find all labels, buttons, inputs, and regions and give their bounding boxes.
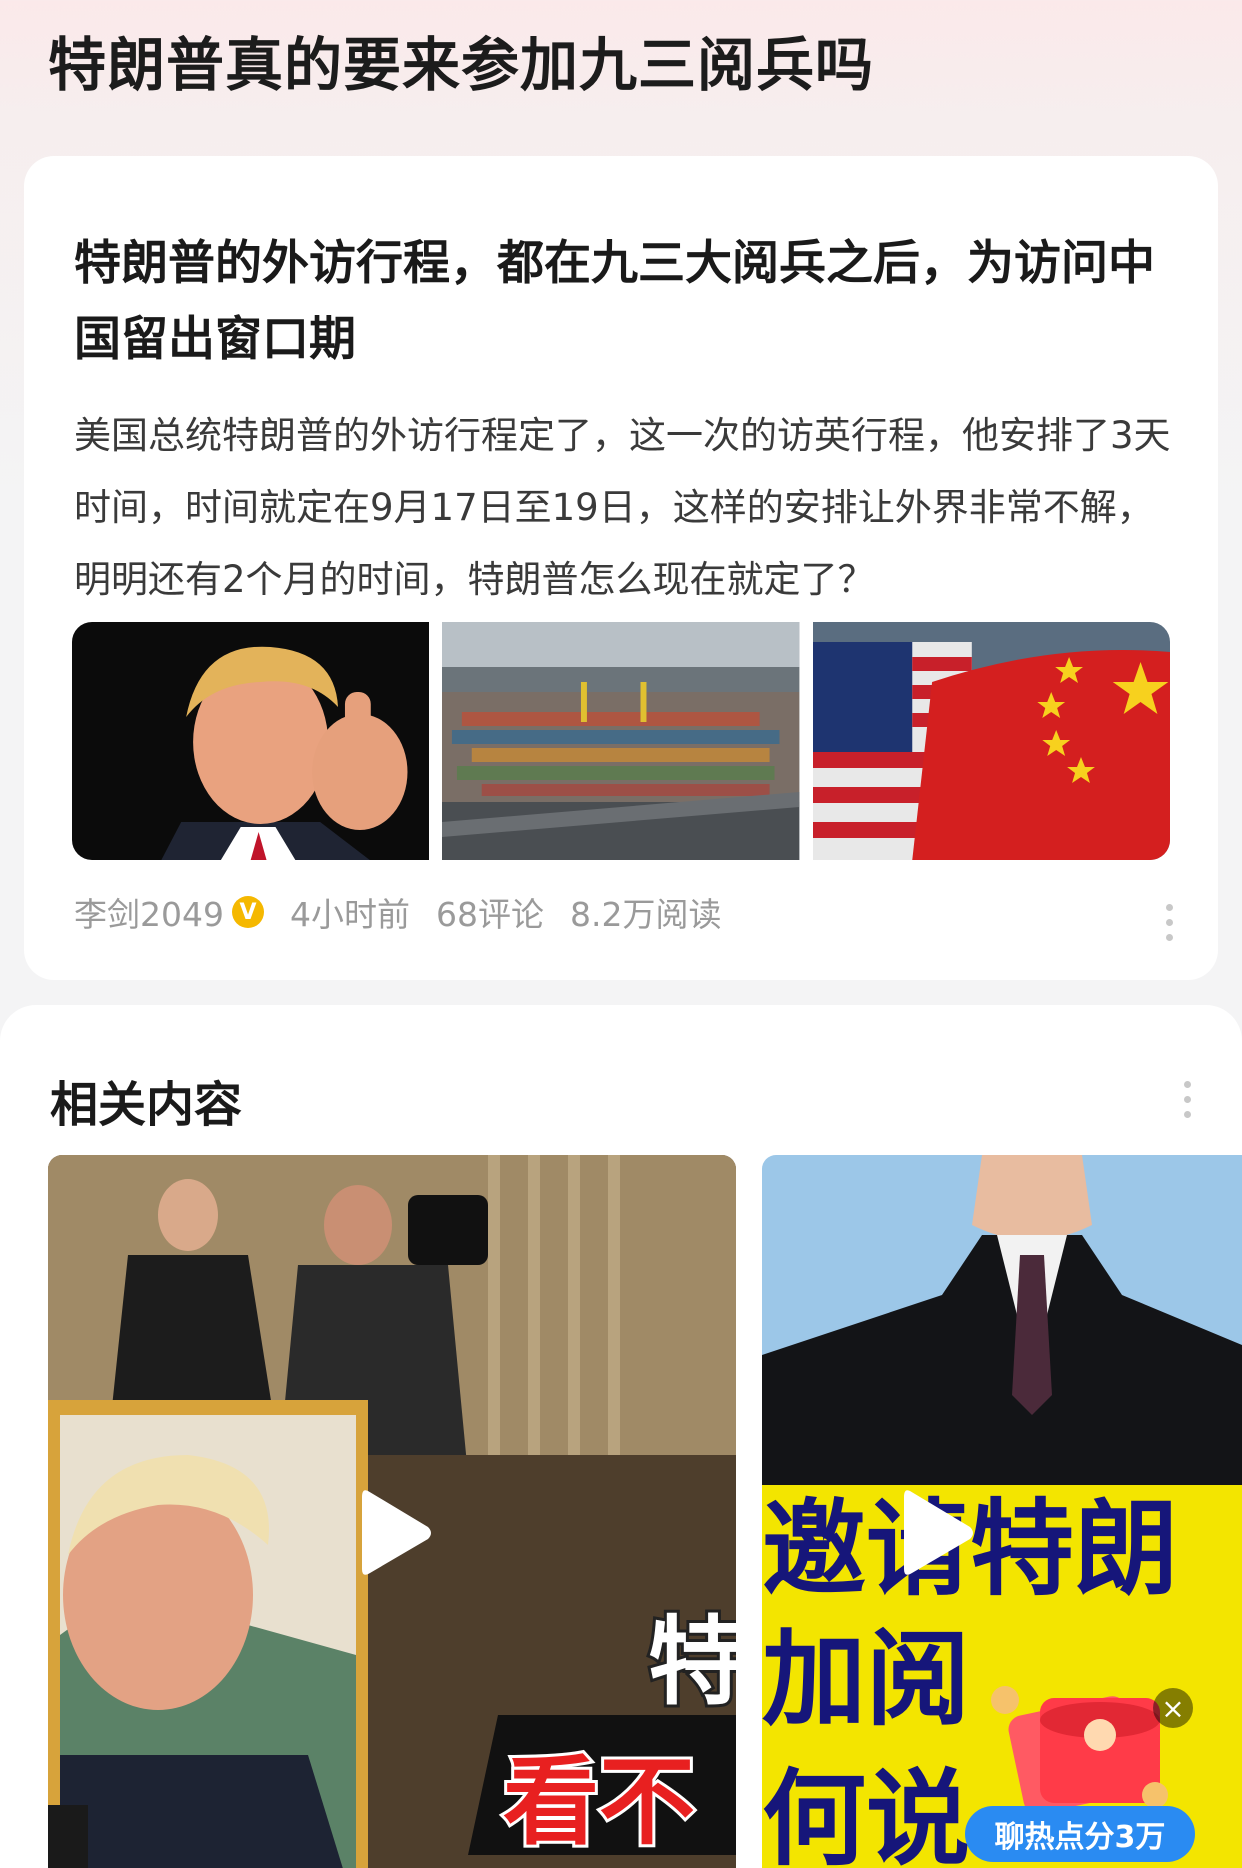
page-title: 特朗普真的要来参加九三阅兵吗 xyxy=(48,31,875,99)
article-summary[interactable]: 美国总统特朗普的外访行程定了，这一次的访英行程，他安排了3天时间，时间就定在9月… xyxy=(74,400,1184,616)
promo-close-icon[interactable]: × xyxy=(1153,1688,1193,1728)
article-meta: 李剑2049 V 4小时前 68评论 8.2万阅读 xyxy=(74,886,721,938)
video-left-overlay-text: 特 xyxy=(648,1606,736,1718)
video-right-overlay-line-3: 何说 xyxy=(762,1758,970,1868)
thumbnail-us-china-flags[interactable] xyxy=(812,622,1170,860)
promo-label[interactable]: 聊热点分3万 xyxy=(965,1806,1195,1862)
publish-time: 4小时前 xyxy=(289,895,410,934)
author[interactable]: 李剑2049 V xyxy=(74,888,264,936)
article-card[interactable]: 特朗普的外访行程，都在九三大阅兵之后，为访问中国留出窗口期 美国总统特朗普的外访… xyxy=(24,156,1218,980)
video-left-banner-text: 看不 xyxy=(503,1746,695,1858)
verified-badge-icon: V xyxy=(231,896,264,928)
play-icon[interactable] xyxy=(900,1485,976,1581)
related-video-left[interactable]: 看不 特 xyxy=(48,1155,736,1868)
promo-red-envelope-widget[interactable]: × 聊热点分3万 xyxy=(965,1660,1195,1868)
article-headline[interactable]: 特朗普的外访行程，都在九三大阅兵之后，为访问中国留出窗口期 xyxy=(74,226,1164,378)
article-thumbnails[interactable] xyxy=(72,622,1170,860)
comment-count[interactable]: 68评论 xyxy=(436,888,544,936)
thumbnail-trump-thumbs-up[interactable] xyxy=(72,622,430,860)
author-name[interactable]: 李剑2049 xyxy=(74,888,224,936)
read-count: 8.2万阅读 xyxy=(569,895,722,934)
play-icon[interactable] xyxy=(358,1485,434,1581)
article-more-icon[interactable] xyxy=(1166,904,1173,941)
related-more-icon[interactable] xyxy=(1184,1081,1191,1118)
red-envelope-icon[interactable] xyxy=(965,1660,1195,1820)
related-title: 相关内容 xyxy=(50,1077,243,1133)
thumbnail-container-port[interactable] xyxy=(442,622,800,860)
video-right-overlay-line-2: 加阅 xyxy=(762,1618,970,1740)
